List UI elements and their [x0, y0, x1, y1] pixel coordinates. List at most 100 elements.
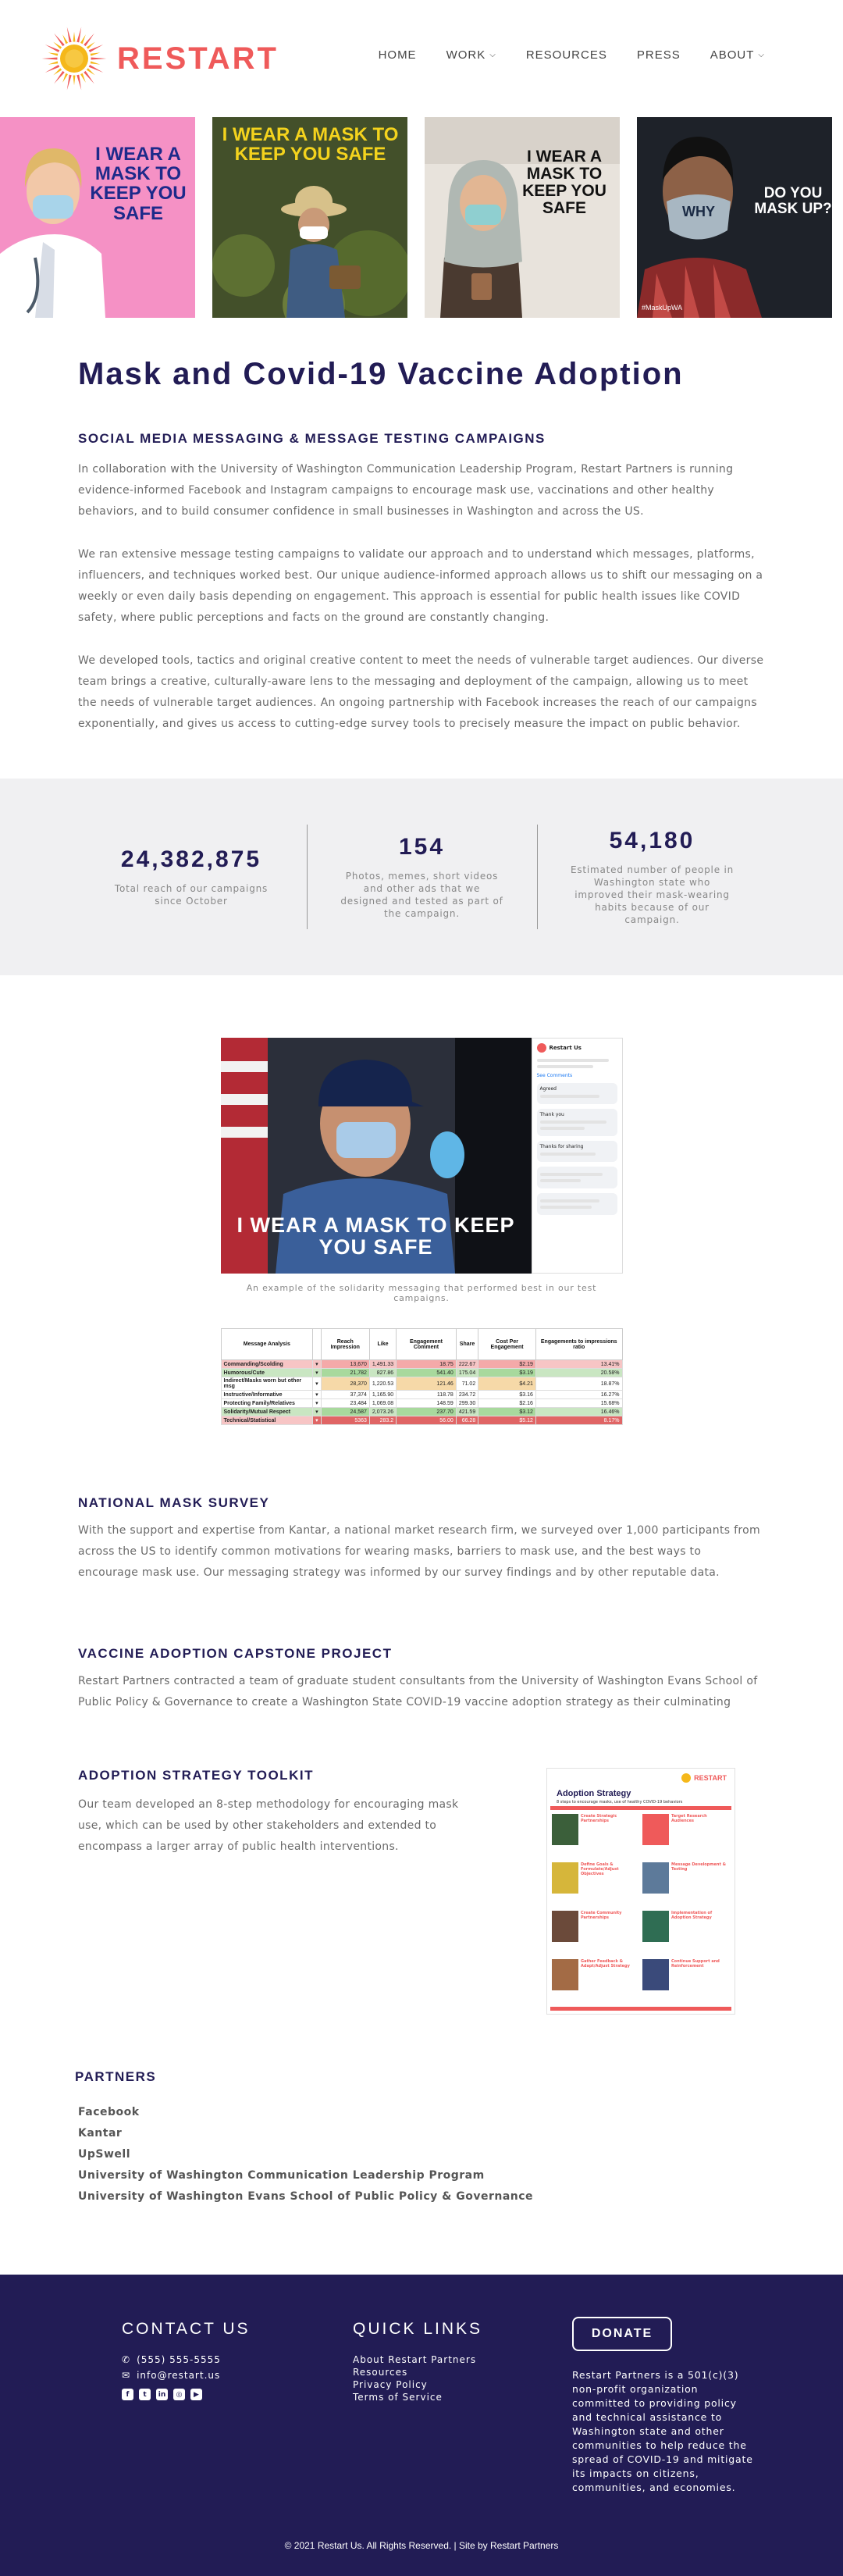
partner-item[interactable]: University of Washington Communication L…: [78, 2165, 843, 2186]
doc-step: Continue Support and Reinforcement: [642, 1959, 730, 2004]
table-cell: 37,374: [320, 1390, 370, 1399]
partners-heading: PARTNERS: [75, 2069, 157, 2084]
chevron-down-icon: ⌵: [758, 51, 765, 59]
stat-label: Total reach of our campaigns since Octob…: [114, 883, 269, 907]
social-paragraph-2: We ran extensive message testing campaig…: [78, 548, 763, 624]
more-sections: NATIONAL MASK SURVEY With the support an…: [0, 1495, 843, 2015]
nav-item-press[interactable]: PRESS: [637, 48, 681, 62]
table-cell: $3.16: [478, 1390, 536, 1399]
table-cell[interactable]: ▾: [312, 1377, 322, 1391]
table-cell: $4.21: [478, 1377, 536, 1391]
table-cell: 23,484: [320, 1398, 370, 1408]
youtube-icon[interactable]: ▶: [190, 2389, 202, 2400]
sun-logo-icon: [41, 27, 107, 91]
doc-step: Define Goals & Formulate/Adjust Objectiv…: [552, 1862, 639, 1908]
nav-item-about[interactable]: ABOUT ⌵: [710, 48, 765, 62]
linkedin-icon[interactable]: in: [156, 2389, 168, 2400]
nav-item-home[interactable]: HOME: [379, 48, 417, 62]
donate-button[interactable]: DONATE: [572, 2317, 672, 2351]
section-heading-social: SOCIAL MEDIA MESSAGING & MESSAGE TESTING…: [78, 431, 546, 446]
copyright: © 2021 Restart Us. All Rights Reserved. …: [284, 2540, 559, 2551]
table-header: Like: [368, 1328, 397, 1360]
table-cell: 5363: [320, 1416, 370, 1425]
doc-step: Create Community Partnerships: [552, 1911, 639, 1956]
hashtag-label: #MaskUpWA: [642, 304, 683, 312]
table-cell: 21,782: [320, 1368, 370, 1377]
doc-footer-rule: [550, 2007, 731, 2011]
social-links: f t in ◎ ▶: [122, 2389, 251, 2400]
hero-caption-4: DO YOU MASK UP?: [754, 185, 832, 217]
doc-step: Message Development & Testing: [642, 1862, 730, 1908]
step-photo: [642, 1911, 669, 1942]
stats-band: 24,382,875 Total reach of our campaigns …: [0, 779, 843, 975]
table-header: Share: [455, 1328, 479, 1360]
nav-item-resources[interactable]: RESOURCES: [526, 48, 607, 62]
table-cell: 16.46%: [535, 1407, 623, 1416]
phone-link[interactable]: ✆ (555) 555-5555: [122, 2354, 251, 2365]
quick-link-terms[interactable]: Terms of Service: [353, 2392, 482, 2403]
hero-caption-2: I WEAR A MASK TO KEEP YOU SAFE: [222, 124, 399, 166]
table-header: Reach Impression: [320, 1328, 370, 1360]
table-cell: 56.00: [396, 1416, 457, 1425]
email-link[interactable]: ✉ info@restart.us: [122, 2370, 251, 2381]
partner-list: Facebook Kantar UpSwell University of Wa…: [78, 2102, 843, 2207]
section-heading-survey: NATIONAL MASK SURVEY: [78, 1495, 270, 1510]
row-label: Solidarity/Mutual Respect: [220, 1407, 314, 1416]
page-name: Restart Us: [549, 1045, 582, 1051]
quick-link-about[interactable]: About Restart Partners: [353, 2354, 482, 2365]
table-cell: 121.46: [396, 1377, 457, 1391]
table-row: Instructive/Informative ▾ 37,374 1,165.90 11…: [220, 1390, 623, 1399]
step-title: Continue Support and Reinforcement: [671, 1959, 720, 1969]
footer-donate: DONATE Restart Partners is a 501(c)(3) n…: [572, 2317, 753, 2495]
hero-tile-farmer: I WEAR A MASK TO KEEP YOU SAFE: [212, 117, 407, 318]
section-heading-vaccine: VACCINE ADOPTION CAPSTONE PROJECT: [78, 1646, 393, 1661]
partner-item[interactable]: Kantar: [78, 2123, 843, 2144]
see-comments-link[interactable]: See Comments: [537, 1073, 617, 1078]
stat-ads: 154 Photos, memes, short videos and othe…: [306, 825, 537, 929]
contact-heading: CONTACT US: [122, 2320, 251, 2338]
hero-caption-1: I WEAR A MASK TO KEEP YOU SAFE: [90, 144, 187, 224]
table-row: Commanding/Scolding ▾ 13,670 1,491.33 18.75 2…: [220, 1359, 623, 1369]
table-cell: 1,069.08: [368, 1398, 397, 1408]
comment-text: Agreed: [539, 1086, 557, 1092]
facebook-icon[interactable]: f: [122, 2389, 133, 2400]
step-photo: [552, 1862, 578, 1894]
table-row: Technical/Statistical ▾ 5363 283.2 56.00 66.2…: [220, 1416, 623, 1425]
instagram-icon[interactable]: ◎: [173, 2389, 185, 2400]
table-cell: 299.30: [455, 1398, 479, 1408]
table-cell: 13,670: [320, 1359, 370, 1369]
table-cell: 1,165.90: [368, 1390, 397, 1399]
logo-link[interactable]: RESTART: [39, 23, 279, 94]
table-cell[interactable]: ▾: [312, 1398, 322, 1408]
step-title: Create Strategic Partnerships: [581, 1814, 617, 1823]
partner-item[interactable]: Facebook: [78, 2102, 843, 2123]
table-cell: 175.04: [455, 1368, 479, 1377]
step-title: Message Development & Testing: [671, 1862, 726, 1872]
social-paragraph-1: In collaboration with the University of …: [78, 463, 734, 518]
doc-title: Adoption Strategy: [557, 1789, 631, 1798]
survey-paragraph: With the support and expertise from Kant…: [78, 1524, 760, 1579]
partner-item[interactable]: UpSwell: [78, 2144, 843, 2165]
twitter-icon[interactable]: t: [139, 2389, 151, 2400]
table-cell[interactable]: ▾: [312, 1407, 322, 1416]
table-cell[interactable]: ▾: [312, 1390, 322, 1399]
table-cell[interactable]: ▾: [312, 1368, 322, 1377]
row-label: Instructive/Informative: [220, 1390, 314, 1399]
message-analysis-table: Message Analysis Reach Impression Like E…: [220, 1328, 623, 1425]
quick-link-resources[interactable]: Resources: [353, 2367, 482, 2378]
partner-item[interactable]: University of Washington Evans School of…: [78, 2186, 843, 2207]
table-cell: 421.59: [455, 1407, 479, 1416]
facebook-comments-panel: Restart Us See Comments Agreed Thank you…: [531, 1038, 623, 1274]
table-cell[interactable]: ▾: [312, 1359, 322, 1369]
toolkit-paragraph: Our team developed an 8-step methodology…: [78, 1798, 459, 1853]
nav-item-work[interactable]: WORK ⌵: [446, 48, 496, 62]
stat-label: Estimated number of people in Washington…: [570, 864, 735, 925]
table-cell[interactable]: ▾: [312, 1416, 322, 1425]
step-photo: [642, 1814, 669, 1845]
quick-link-privacy[interactable]: Privacy Policy: [353, 2379, 482, 2390]
table-cell: $2.19: [478, 1359, 536, 1369]
quick-links-heading: QUICK LINKS: [353, 2320, 483, 2338]
table-cell: 2,073.26: [368, 1407, 397, 1416]
toolkit-document-preview[interactable]: RESTART Adoption Strategy 8 steps to enc…: [546, 1768, 735, 2015]
table-cell: 222.67: [455, 1359, 479, 1369]
